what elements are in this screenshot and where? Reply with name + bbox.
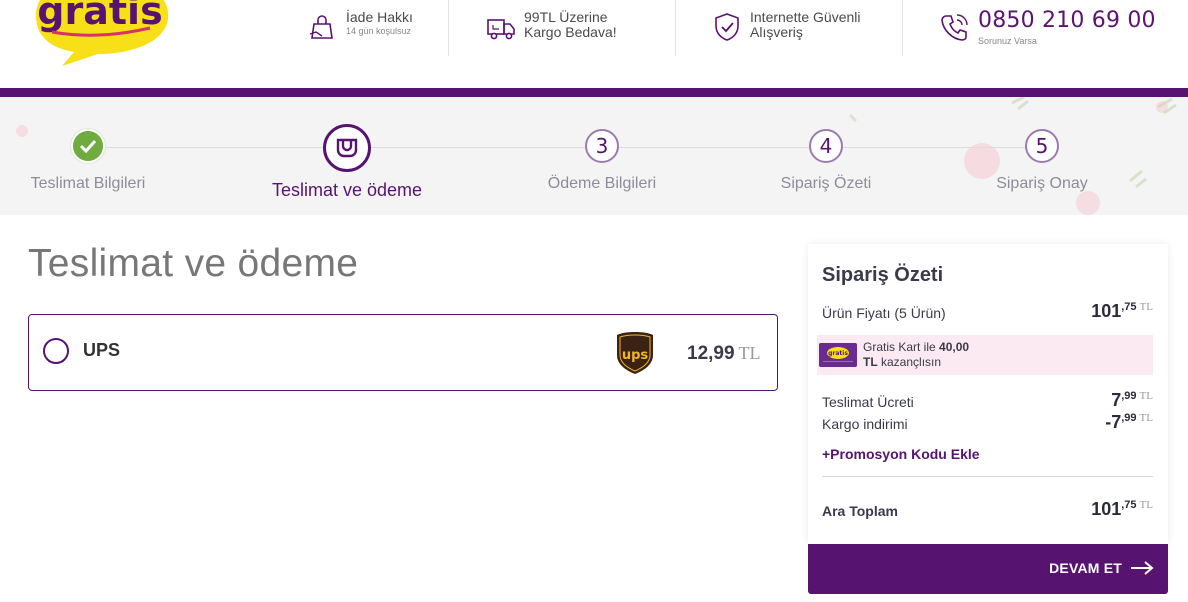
summary-row-subtotal: Ara Toplam 101,75 TL xyxy=(822,499,1153,519)
summary-row-delivery: Teslimat Ücreti 7,99 TL xyxy=(822,390,1153,410)
summary-divider xyxy=(822,476,1153,477)
gratis-card-icon: gratis xyxy=(819,343,857,367)
product-price-amount: 101,75 TL xyxy=(1091,301,1153,321)
shipping-radio[interactable] xyxy=(43,338,69,364)
delivery-fee-amount: 7,99 TL xyxy=(1111,390,1153,410)
checkout-steps: Teslimat Bilgileri Teslimat ve ödeme 3 Ö… xyxy=(0,97,1188,215)
step-label: Sipariş Onay xyxy=(996,175,1088,192)
phone-icon xyxy=(941,14,968,41)
bag-icon xyxy=(336,138,358,158)
continue-button-label: DEVAM ET xyxy=(1049,560,1122,576)
summary-title: Sipariş Özeti xyxy=(822,264,944,286)
step-label: Teslimat Bilgileri xyxy=(30,175,146,192)
shipping-option-ups[interactable]: UPS ups 12,99 TL xyxy=(28,314,778,391)
add-promo-code-link[interactable]: +Promosyon Kodu Ekle xyxy=(822,446,980,462)
gratis-card-text: Gratis Kart ile 40,00 TL kazançlısın xyxy=(863,340,970,369)
step-order-confirm[interactable]: 5 Sipariş Onay xyxy=(972,129,1112,193)
summary-row-product: Ürün Fiyatı (5 Ürün) 101,75 TL xyxy=(822,301,1153,321)
step-delivery-payment[interactable]: Teslimat ve ödeme xyxy=(262,124,432,201)
header-accent-bar xyxy=(0,88,1188,97)
delivery-fee-label: Teslimat Ücreti xyxy=(822,394,914,410)
free-shipping-info[interactable]: 99TL Üzerine Kargo Bedava! xyxy=(486,10,617,56)
shipping-price: 12,99 TL xyxy=(687,343,761,365)
secure-shopping-info[interactable]: Internette Güvenli Alışveriş xyxy=(712,10,861,56)
return-bag-icon xyxy=(309,15,333,39)
step-label: Teslimat ve ödeme xyxy=(271,180,423,200)
secure-subtitle: Alışveriş xyxy=(750,24,803,40)
secure-shield-icon xyxy=(715,13,739,41)
header-divider xyxy=(902,0,903,56)
shipping-price-value: 12,99 xyxy=(687,343,735,364)
site-header: gratis İade Hakkı 14 gün koşulsuz 99TL Ü… xyxy=(0,0,1188,88)
subtotal-amount: 101,75 TL xyxy=(1091,499,1153,519)
subtotal-label: Ara Toplam xyxy=(822,503,898,519)
step-active-badge xyxy=(323,124,371,172)
shipping-discount-label: Kargo indirimi xyxy=(822,416,908,432)
step-delivery-info[interactable]: Teslimat Bilgileri xyxy=(18,129,158,193)
free-shipping-title: 99TL Üzerine xyxy=(524,9,608,25)
free-shipping-subtitle: Kargo Bedava! xyxy=(524,24,617,40)
return-title: İade Hakkı xyxy=(346,9,413,25)
gratis-card-promo: gratis Gratis Kart ile 40,00 TL kazançlı… xyxy=(817,335,1153,375)
shipping-price-currency: TL xyxy=(738,343,761,363)
support-phone-number[interactable]: 0850 210 69 00 xyxy=(978,10,1156,32)
step-label: Ödeme Bilgileri xyxy=(547,175,657,192)
shipping-carrier-name: UPS xyxy=(83,340,121,360)
step-payment-info[interactable]: 3 Ödeme Bilgileri xyxy=(532,129,672,193)
shipping-discount-amount: -7,99 TL xyxy=(1105,412,1153,432)
ups-logo-icon: ups xyxy=(617,332,653,374)
arrow-right-icon xyxy=(1131,561,1154,575)
product-price-label: Ürün Fiyatı (5 Ürün) xyxy=(822,305,946,321)
step-number-badge: 3 xyxy=(585,129,619,163)
page-title: Teslimat ve ödeme xyxy=(28,242,359,285)
support-phone-subtitle: Sorunuz Varsa xyxy=(978,36,1037,46)
svg-text:gratis: gratis xyxy=(828,350,848,357)
return-policy-info[interactable]: İade Hakkı 14 gün koşulsuz xyxy=(308,10,413,56)
return-subtitle: 14 gün koşulsuz xyxy=(346,26,412,36)
order-summary-panel: Sipariş Özeti Ürün Fiyatı (5 Ürün) 101,7… xyxy=(808,244,1168,544)
header-divider xyxy=(675,0,676,56)
svg-text:ups: ups xyxy=(622,348,649,363)
step-label: Sipariş Özeti xyxy=(780,175,872,192)
header-divider xyxy=(448,0,449,56)
secure-title: Internette Güvenli xyxy=(750,9,861,25)
step-number-badge: 4 xyxy=(809,129,843,163)
step-order-summary[interactable]: 4 Sipariş Özeti xyxy=(756,129,896,193)
continue-button[interactable]: DEVAM ET xyxy=(808,544,1168,594)
step-number-badge: 5 xyxy=(1025,129,1059,163)
checkmark-icon xyxy=(79,139,97,153)
support-phone-info[interactable]: 0850 210 69 00 Sorunuz Varsa xyxy=(940,10,1156,56)
delivery-truck-icon xyxy=(487,19,515,40)
step-done-badge xyxy=(71,129,105,163)
summary-row-discount: Kargo indirimi -7,99 TL xyxy=(822,412,1153,432)
gratis-logo[interactable]: gratis xyxy=(28,0,172,66)
